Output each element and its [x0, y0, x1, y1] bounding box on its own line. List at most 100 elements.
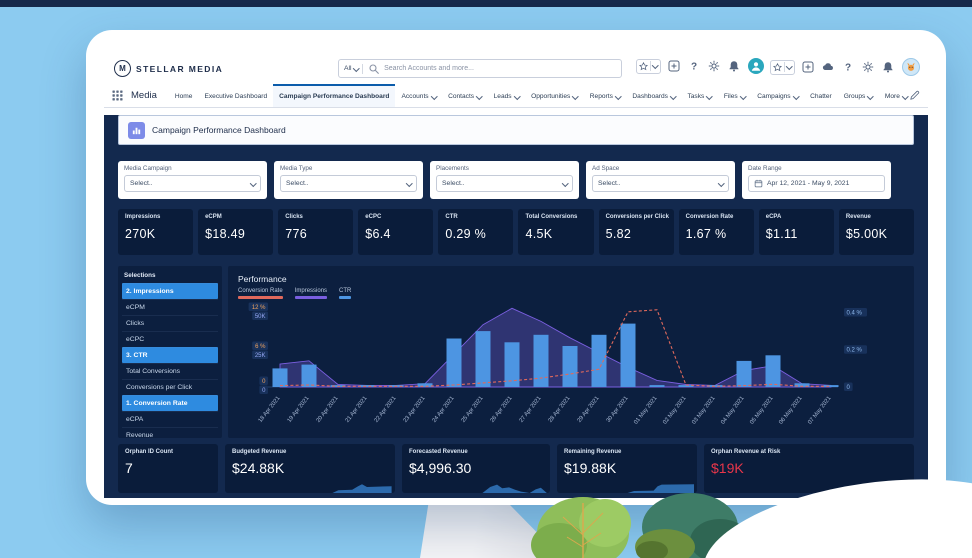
tab-accounts[interactable]: Accounts	[395, 84, 442, 107]
x-tick-label: 21 Apr 2021	[345, 395, 369, 423]
notifications-bell-icon[interactable]	[728, 60, 741, 73]
tab-label: Home	[174, 93, 193, 100]
tab-tasks[interactable]: Tasks	[681, 84, 717, 107]
kpi-label: Revenue	[845, 214, 871, 220]
page-title: Campaign Performance Dashboard	[152, 125, 286, 135]
nav-tabs: Home Executive Dashboard Campaign Performa…	[169, 84, 909, 107]
x-tick-label: 26 Apr 2021	[490, 395, 514, 423]
tab-label: Chatter	[810, 93, 832, 100]
ctr-bar[interactable]	[446, 338, 462, 387]
calendar-icon	[754, 179, 763, 188]
ctr-bar[interactable]	[475, 330, 491, 387]
legend-impressions[interactable]: Impressions	[294, 288, 328, 299]
kpi-value: $6.4	[365, 227, 391, 241]
tab-campaigns[interactable]: Campaigns	[751, 84, 804, 107]
add-icon[interactable]	[802, 61, 815, 74]
filter-select[interactable]: Select..	[592, 175, 729, 192]
x-tick-label: 02 May 2021	[662, 395, 687, 425]
ctr-bar[interactable]	[533, 334, 549, 387]
kpi-label: eCPC	[365, 214, 382, 220]
kpi-tile-total-conversions: Total Conversions 4.5K	[518, 209, 594, 255]
ctr-bar[interactable]	[504, 341, 520, 387]
tab-leads[interactable]: Leads	[488, 84, 525, 107]
kpi-value: 776	[285, 227, 307, 241]
global-header: M STELLAR MEDIA All Search Accounts and …	[104, 52, 928, 84]
selection-item-ecpc[interactable]: eCPC	[122, 331, 218, 347]
ctr-bar[interactable]	[272, 367, 288, 387]
tab-files[interactable]: Files	[718, 84, 751, 107]
chevron-down-icon	[739, 92, 747, 100]
tab-label: Tasks	[687, 93, 705, 100]
chevron-down-icon	[614, 92, 622, 100]
ctr-bar[interactable]	[417, 382, 433, 387]
global-search-input[interactable]: All Search Accounts and more...	[338, 59, 622, 78]
date-range-input[interactable]: Apr 12, 2021 - May 9, 2021	[748, 175, 885, 192]
header-icon-group-2: ?	[770, 58, 920, 76]
tab-label: Files	[723, 93, 738, 100]
kpi-label: Orphan ID Count	[125, 449, 173, 455]
selection-item-2-impressions[interactable]: 2. Impressions	[122, 283, 218, 299]
kpi-value: 7	[125, 460, 133, 476]
ctr-bar[interactable]	[359, 384, 375, 387]
chevron-down-icon	[901, 92, 909, 100]
tab-contacts[interactable]: Contacts	[442, 84, 488, 107]
tab-dashboards[interactable]: Dashboards	[626, 84, 681, 107]
favorites-star-icon[interactable]	[636, 58, 661, 74]
x-tick-label: 25 Apr 2021	[461, 395, 485, 423]
divider	[362, 63, 364, 74]
bottom-kpi-forecasted-revenue: Forecasted Revenue $4,996.30	[402, 444, 550, 493]
selection-item-clicks[interactable]: Clicks	[122, 315, 218, 331]
tab-executive-dashboard[interactable]: Executive Dashboard	[198, 84, 273, 107]
astro-avatar[interactable]	[901, 58, 920, 76]
ctr-bar[interactable]	[301, 364, 317, 387]
x-tick-label: 06 May 2021	[778, 395, 803, 425]
ctr-bar[interactable]	[823, 384, 839, 387]
dashboard-icon	[128, 121, 145, 139]
ctr-bar[interactable]	[736, 360, 752, 387]
svg-text:?: ?	[845, 63, 851, 74]
selection-item-revenue[interactable]: Revenue	[122, 427, 218, 443]
kpi-value: 270K	[125, 227, 156, 241]
tab-reports[interactable]: Reports	[584, 84, 627, 107]
x-tick-label: 07 May 2021	[807, 395, 832, 425]
setup-gear-icon[interactable]	[708, 60, 721, 73]
search-scope-dropdown[interactable]: All	[344, 64, 359, 72]
add-icon[interactable]	[668, 60, 681, 73]
selection-item-1-conversion-rate[interactable]: 1. Conversion Rate	[122, 395, 218, 411]
axis-tick-label: 25K	[255, 353, 266, 359]
selection-item-ecpm[interactable]: eCPM	[122, 299, 218, 315]
tab-home[interactable]: Home	[169, 84, 199, 107]
legend-conversion-rate[interactable]: Conversion Rate	[238, 288, 283, 299]
tab-label: Leads	[493, 93, 512, 100]
selection-item-ecpa[interactable]: eCPA	[122, 411, 218, 427]
tab-groups[interactable]: Groups	[838, 84, 879, 107]
performance-chart[interactable]: 12 %50K6 %25K000.4 %0.2 %018 Apr 2021 19 …	[238, 299, 910, 433]
notifications-bell-icon[interactable]	[882, 61, 895, 74]
user-avatar[interactable]	[747, 58, 764, 74]
kpi-row: Impressions 270K eCPM $18.49 Clicks 776 eCPC $6…	[118, 209, 914, 255]
filter-select[interactable]: Select..	[436, 175, 573, 192]
edit-pencil-icon[interactable]	[909, 90, 920, 101]
tab-chatter[interactable]: Chatter	[804, 84, 838, 107]
ctr-bar[interactable]	[591, 334, 607, 387]
help-icon[interactable]: ?	[688, 60, 701, 73]
legend-ctr[interactable]: CTR	[339, 288, 352, 299]
tab-opportunities[interactable]: Opportunities	[525, 84, 584, 107]
cloud-icon[interactable]	[822, 61, 835, 74]
help-icon[interactable]: ?	[842, 61, 855, 74]
setup-gear-icon[interactable]	[862, 61, 875, 74]
ctr-bar[interactable]	[765, 354, 781, 387]
axis-tick-label: 50K	[255, 314, 266, 320]
tab-more[interactable]: More	[879, 84, 909, 107]
filter-select[interactable]: Select..	[280, 175, 417, 192]
selection-item-conversions-per-click[interactable]: Conversions per Click	[122, 379, 218, 395]
ctr-bar[interactable]	[649, 384, 665, 387]
ctr-bar[interactable]	[620, 323, 636, 387]
selection-item-total-conversions[interactable]: Total Conversions	[122, 363, 218, 379]
favorites-star-icon[interactable]	[770, 59, 795, 75]
tab-campaign-performance-dashboard[interactable]: Campaign Performance Dashboard	[273, 84, 396, 107]
ctr-bar[interactable]	[562, 345, 578, 387]
app-launcher-icon[interactable]	[112, 90, 123, 101]
selection-item-3-ctr[interactable]: 3. CTR	[122, 347, 218, 363]
filter-select[interactable]: Select..	[124, 175, 261, 192]
